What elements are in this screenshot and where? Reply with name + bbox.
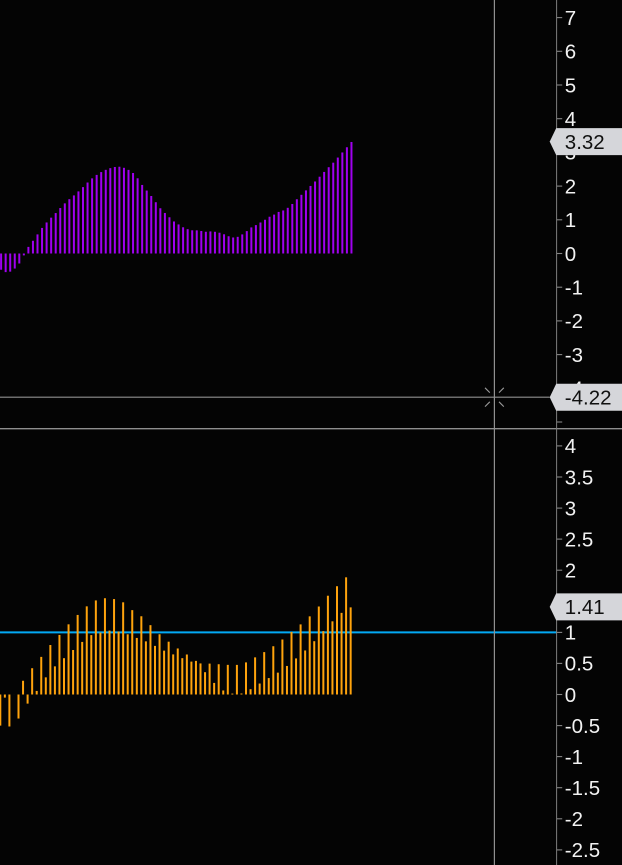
svg-text:0: 0 — [565, 684, 576, 707]
svg-text:3.5: 3.5 — [565, 466, 594, 489]
svg-text:4: 4 — [565, 108, 576, 131]
svg-text:-2: -2 — [565, 808, 583, 831]
svg-text:1.41: 1.41 — [565, 596, 605, 619]
svg-text:0.5: 0.5 — [565, 653, 594, 676]
svg-text:1: 1 — [565, 209, 576, 232]
svg-text:-2: -2 — [565, 310, 583, 333]
svg-text:2: 2 — [565, 175, 576, 198]
svg-text:-3: -3 — [565, 344, 583, 367]
svg-text:-1.5: -1.5 — [565, 777, 600, 800]
svg-text:0: 0 — [565, 243, 576, 266]
svg-text:3: 3 — [565, 497, 576, 520]
svg-text:7: 7 — [565, 7, 576, 30]
svg-text:3.32: 3.32 — [565, 131, 605, 154]
svg-text:2: 2 — [565, 560, 576, 583]
svg-text:-1: -1 — [565, 746, 583, 769]
svg-text:-4.22: -4.22 — [565, 387, 612, 410]
svg-text:-0.5: -0.5 — [565, 715, 600, 738]
svg-text:4: 4 — [565, 435, 576, 458]
svg-text:2.5: 2.5 — [565, 528, 594, 551]
svg-text:1: 1 — [565, 622, 576, 645]
svg-text:-2.5: -2.5 — [565, 839, 600, 862]
svg-text:6: 6 — [565, 41, 576, 64]
svg-text:5: 5 — [565, 74, 576, 97]
svg-text:-1: -1 — [565, 277, 583, 300]
